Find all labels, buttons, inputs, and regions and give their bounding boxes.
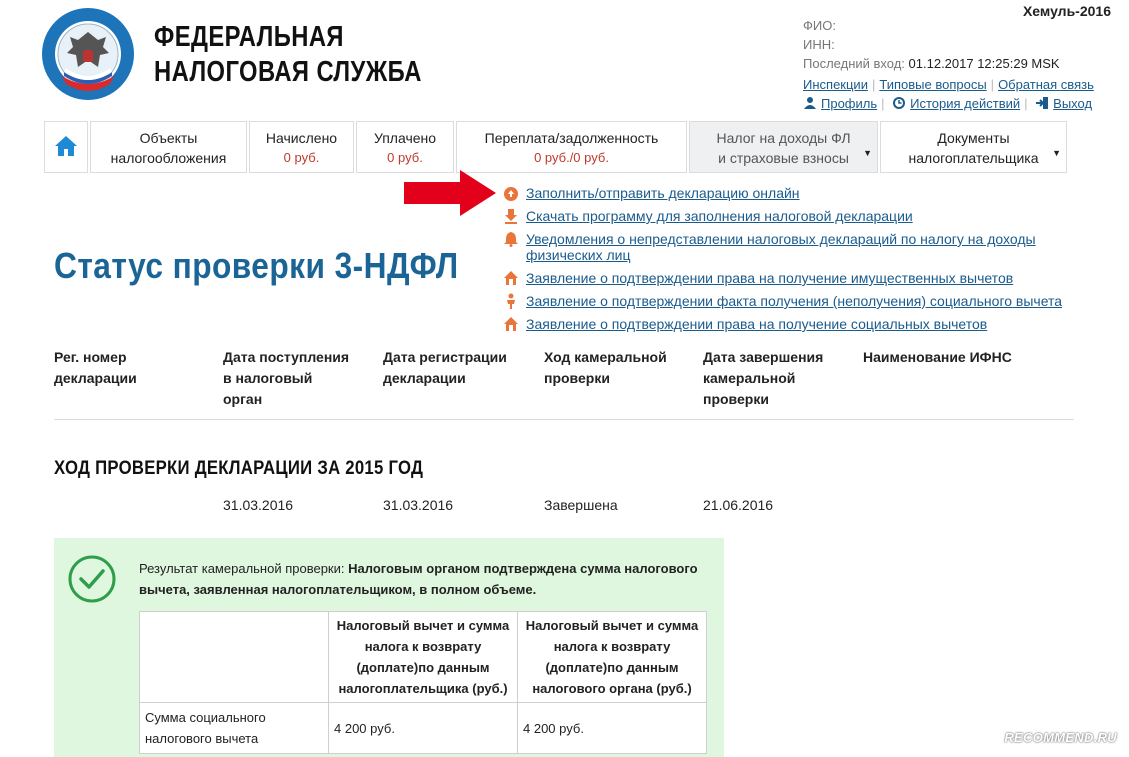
last-login: Последний вход: 01.12.2017 12:25:29 MSK (803, 54, 1060, 73)
table-row: Сумма социального налогового вычета 4 200… (139, 702, 707, 754)
logout-link[interactable]: Выход (1053, 96, 1092, 111)
chevron-down-icon: ▼ (1052, 148, 1061, 158)
page-title: Статус проверки 3-НДФЛ (54, 245, 459, 286)
tab-income-tax-line1: Налог на доходы ФЛ (716, 130, 851, 146)
tab-overpayment-debt[interactable]: Переплата/задолженность 0 руб./0 руб. (456, 121, 687, 173)
link-property-deduction[interactable]: Заявление о подтверждении права на получ… (526, 270, 1013, 286)
link-notifications-cont[interactable]: физических лиц (526, 247, 631, 263)
header-reg-number: Рег. номер декларации (54, 349, 137, 386)
brand-line-2: НАЛОГОВАЯ СЛУЖБА (154, 56, 422, 88)
link-download-program[interactable]: Скачать программу для заполнения налогов… (526, 208, 913, 224)
red-arrow-icon (404, 170, 496, 216)
main-nav: Объекты налогообложения Начислено 0 руб.… (44, 121, 1069, 173)
inn-label: ИНН: (803, 37, 835, 52)
header-ifns-name: Наименование ИФНС (863, 349, 1012, 365)
history-icon[interactable] (892, 96, 906, 110)
tab-accrued-label: Начислено (265, 130, 338, 146)
link-feedback[interactable]: Обратная связь (998, 77, 1094, 92)
profile-link[interactable]: Профиль (821, 96, 877, 111)
tab-paid-label: Уплачено (373, 130, 437, 146)
col-taxpayer-data: Налоговый вычет и сумма налога к возврату… (328, 611, 518, 703)
header-registration-date: Дата регистрации декларации (383, 349, 507, 386)
brand-line-1: ФЕДЕРАЛЬНАЯ (154, 21, 344, 53)
fio-label: ФИО: (803, 18, 836, 33)
user-info: ФИО: ИНН: Последний вход: 01.12.2017 12:… (803, 16, 1060, 73)
tab-tax-objects-line1: Объекты (139, 130, 198, 146)
menu-item-social-deduction-right[interactable]: Заявление о подтверждении права на получ… (503, 316, 987, 332)
last-login-label: Последний вход: (803, 56, 905, 71)
link-fill-declaration[interactable]: Заполнить/отправить декларацию онлайн (526, 185, 800, 201)
link-faq[interactable]: Типовые вопросы (879, 77, 986, 92)
menu-item-social-deduction-fact[interactable]: Заявление о подтверждении факта получени… (503, 293, 1062, 309)
house-icon (504, 271, 518, 285)
tab-accrued[interactable]: Начислено 0 руб. (249, 121, 354, 173)
cell-authority-amount: 4 200 руб. (517, 702, 707, 754)
header-audit-progress: Ход камеральной проверки (544, 349, 667, 386)
link-inspections[interactable]: Инспекции (803, 77, 868, 92)
cell-registration-date: 31.03.2016 (383, 497, 454, 513)
tab-tax-objects-line2: налогообложения (110, 150, 227, 166)
tab-personal-income-tax[interactable]: Налог на доходы ФЛ и страховые взносы ▼ (689, 121, 878, 173)
check-circle-icon (68, 555, 116, 603)
header-received-date: Дата поступления в налоговый орган (223, 349, 350, 407)
user-links: Инспекции | Типовые вопросы | Обратная связь… (803, 77, 1094, 111)
link-social-deduction-fact[interactable]: Заявление о подтверждении факта получени… (526, 293, 1062, 309)
tab-overpayment-label: Переплата/задолженность (484, 130, 659, 146)
section-title: ХОД ПРОВЕРКИ ДЕКЛАРАЦИИ ЗА 2015 ГОД (54, 458, 424, 479)
row-label-social-deduction: Сумма социального налогового вычета (139, 702, 329, 754)
download-icon (505, 209, 517, 224)
tab-paid-amount: 0 руб. (387, 150, 423, 165)
corner-cell (139, 611, 329, 703)
link-social-deduction-right[interactable]: Заявление о подтверждении права на получ… (526, 316, 987, 332)
brand-title: ФЕДЕРАЛЬНАЯ НАЛОГОВАЯ СЛУЖБА (154, 20, 422, 90)
house-icon (55, 136, 77, 156)
logout-icon[interactable] (1035, 96, 1049, 110)
tab-accrued-amount: 0 руб. (283, 150, 320, 165)
header-completion-date: Дата завершения камеральной проверки (703, 349, 824, 407)
profile-icon[interactable] (803, 96, 817, 110)
menu-item-notifications[interactable]: Уведомления о непредставлении налоговых … (503, 231, 1036, 247)
result-text: Результат камеральной проверки: Налоговы… (139, 558, 699, 600)
menu-item-notifications-cont[interactable]: физических лиц (526, 247, 631, 263)
menu-item-fill-declaration[interactable]: Заполнить/отправить декларацию онлайн (503, 185, 800, 201)
tab-tax-objects[interactable]: Объекты налогообложения (90, 121, 247, 173)
nav-home[interactable] (44, 121, 88, 173)
fns-logo[interactable] (40, 6, 136, 102)
bell-icon (504, 232, 518, 247)
cell-received-date: 31.03.2016 (223, 497, 294, 513)
tab-income-tax-line2: и страховые взносы (718, 150, 849, 166)
cloud-upload-icon (504, 187, 518, 201)
history-link[interactable]: История действий (910, 96, 1020, 111)
header-divider (54, 419, 1074, 420)
cell-completion-date: 21.06.2016 (703, 497, 774, 513)
result-label: Результат камеральной проверки: (139, 561, 345, 576)
deduction-table: Налоговый вычет и сумма налога к возврату… (139, 611, 707, 754)
tab-paid[interactable]: Уплачено 0 руб. (356, 121, 454, 173)
tab-taxpayer-documents[interactable]: Документы налогоплательщика ▼ (880, 121, 1067, 173)
house-icon (504, 317, 518, 331)
tab-overpayment-amount: 0 руб./0 руб. (534, 150, 609, 165)
menu-item-download-program[interactable]: Скачать программу для заполнения налогов… (503, 208, 913, 224)
chevron-down-icon: ▼ (863, 148, 872, 158)
recommend-watermark: RECOMMEND.RU (1004, 730, 1117, 745)
person-icon (507, 293, 515, 309)
cell-taxpayer-amount: 4 200 руб. (328, 702, 518, 754)
tab-documents-line1: Документы (937, 130, 1010, 146)
last-login-value: 01.12.2017 12:25:29 MSK (908, 56, 1060, 71)
menu-item-property-deduction[interactable]: Заявление о подтверждении права на получ… (503, 270, 1013, 286)
cell-audit-status: Завершена (544, 497, 618, 513)
table-row: Налоговый вычет и сумма налога к возврату… (139, 611, 707, 703)
tab-documents-line2: налогоплательщика (908, 150, 1039, 166)
link-notifications[interactable]: Уведомления о непредставлении налоговых … (526, 231, 1036, 247)
col-tax-authority-data: Налоговый вычет и сумма налога к возврату… (517, 611, 707, 703)
